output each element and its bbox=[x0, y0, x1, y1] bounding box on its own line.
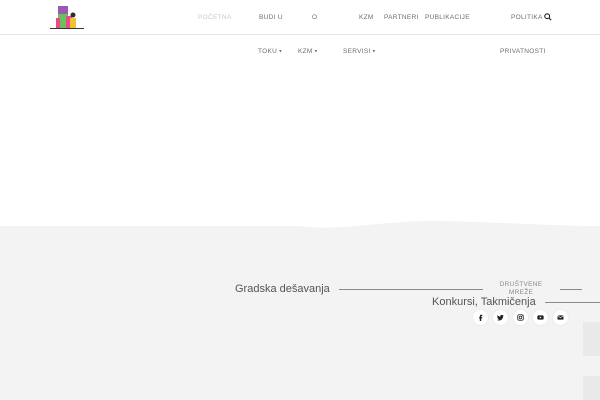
email-icon bbox=[557, 315, 564, 320]
site-logo[interactable] bbox=[48, 4, 86, 30]
nav-politika[interactable]: POLITIKA bbox=[511, 14, 543, 21]
section-title-events[interactable]: Gradska dešavanja bbox=[235, 283, 330, 295]
instagram-icon bbox=[517, 314, 524, 321]
nav-privatnosti[interactable]: PRIVATNOSTI bbox=[500, 48, 546, 55]
youtube-icon bbox=[537, 315, 544, 320]
section-title-contests[interactable]: Konkursi, Takmičenja bbox=[432, 296, 536, 308]
nav-budi-u[interactable]: BUDI U bbox=[259, 14, 283, 21]
nav-kzm-dropdown[interactable]: KZM ▾ bbox=[298, 48, 317, 55]
nav-o[interactable]: O bbox=[312, 14, 317, 21]
twitter-button[interactable] bbox=[493, 310, 508, 325]
nav-servisi[interactable]: SERVISI ▾ bbox=[343, 48, 375, 55]
nav-publikacije[interactable]: PUBLIKACIJE bbox=[425, 14, 470, 21]
divider-line bbox=[545, 302, 600, 303]
facebook-button[interactable] bbox=[473, 310, 488, 325]
nav-partneri[interactable]: PARTNERI bbox=[384, 14, 419, 21]
nav-kzm-label: KZM bbox=[298, 48, 313, 55]
facebook-icon bbox=[479, 314, 483, 321]
nav-toku[interactable]: TOKU ▾ bbox=[258, 48, 282, 55]
search-icon[interactable] bbox=[544, 13, 552, 21]
content-band bbox=[0, 226, 600, 400]
nav-servisi-label: SERVISI bbox=[343, 48, 371, 55]
youtube-button[interactable] bbox=[533, 310, 548, 325]
side-panel-tab[interactable] bbox=[583, 376, 600, 400]
chevron-down-icon: ▾ bbox=[279, 48, 282, 55]
nav-kzm-top[interactable]: KZM bbox=[359, 14, 374, 21]
chevron-down-icon: ▾ bbox=[314, 48, 318, 55]
nav-toku-label: TOKU bbox=[258, 48, 278, 55]
twitter-icon bbox=[497, 314, 504, 321]
divider-line bbox=[560, 289, 582, 290]
email-button[interactable] bbox=[553, 310, 568, 325]
instagram-button[interactable] bbox=[513, 310, 528, 325]
social-heading: DRUŠTVENE MREŽE bbox=[496, 281, 546, 297]
divider-line bbox=[339, 289, 460, 290]
social-heading-line2: MREŽE bbox=[508, 289, 534, 296]
social-heading-line1: DRUŠTVENE bbox=[499, 281, 543, 288]
wave-divider bbox=[0, 218, 600, 238]
site-header: POČETNA BUDI U O KZM PARTNERI PUBLIKACIJ… bbox=[0, 0, 600, 35]
side-panel-tab[interactable] bbox=[583, 322, 600, 356]
chevron-down-icon: ▾ bbox=[372, 48, 376, 55]
nav-pocetna[interactable]: POČETNA bbox=[198, 14, 232, 21]
divider-line bbox=[458, 289, 483, 290]
